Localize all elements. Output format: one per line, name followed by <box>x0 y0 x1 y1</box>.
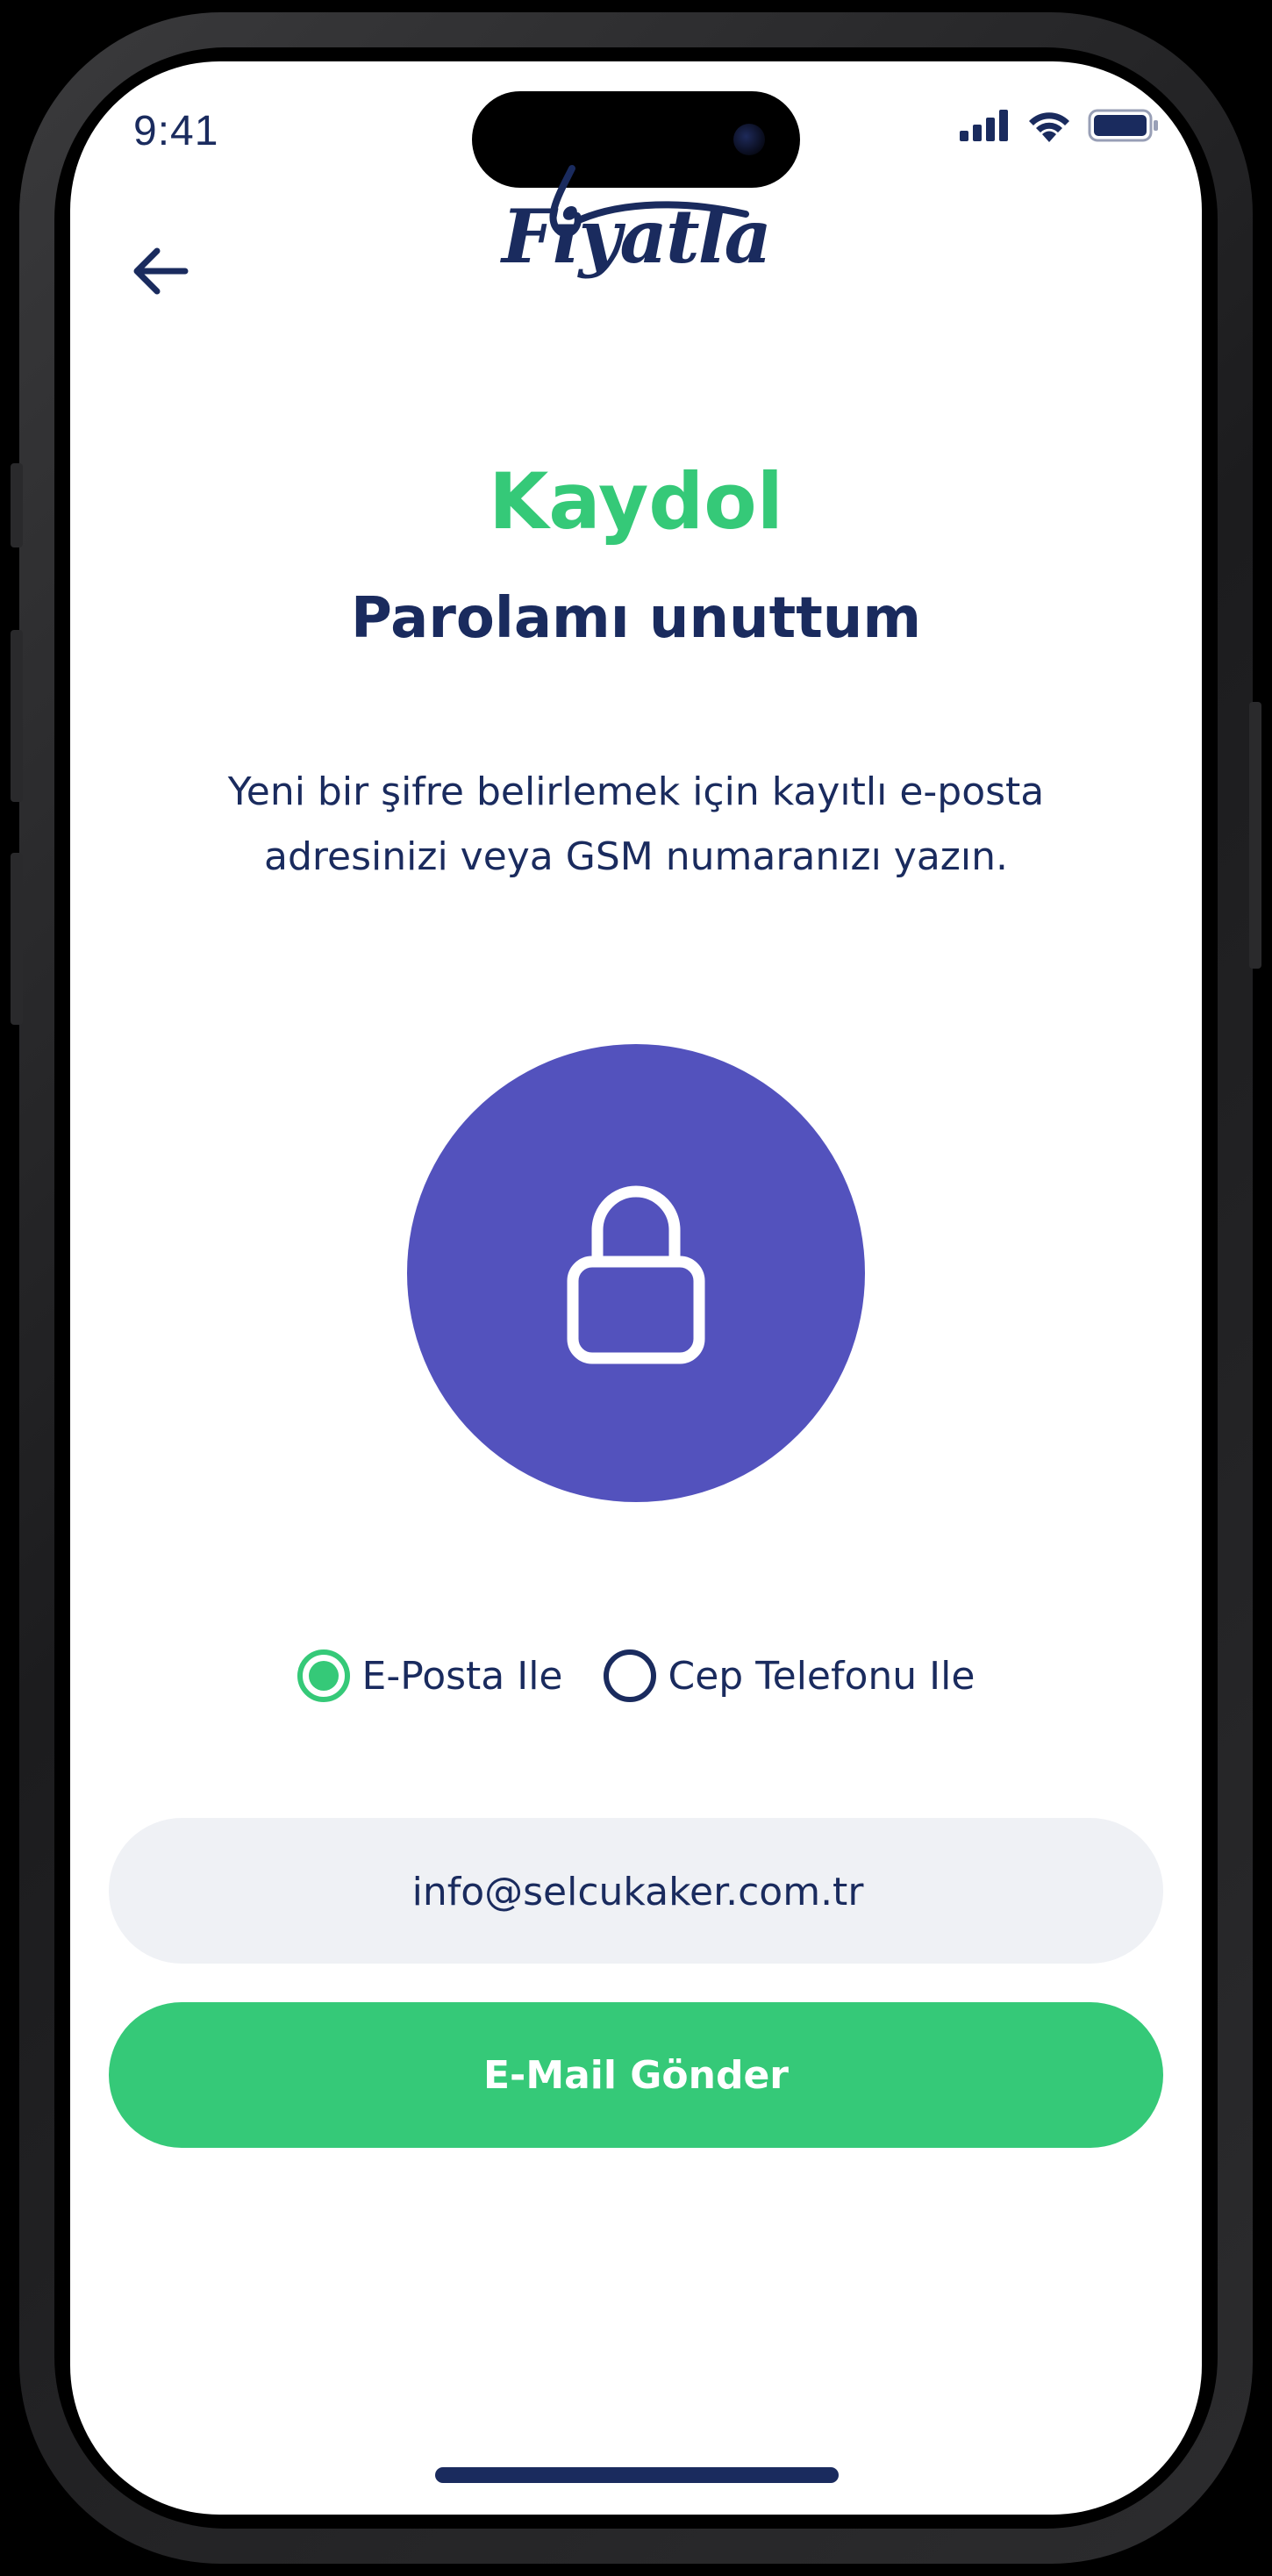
email-field[interactable] <box>109 1818 1167 1965</box>
email-field-container <box>109 1818 1167 1965</box>
action-button <box>11 463 23 547</box>
contact-method-radio-group: E-Posta Ile Cep Telefonu Ile <box>70 1649 1202 1702</box>
logo-swash-icon <box>549 165 749 238</box>
volume-up-button <box>11 630 23 802</box>
radio-email[interactable]: E-Posta Ile <box>297 1649 563 1702</box>
status-icons <box>960 109 1160 142</box>
send-email-button[interactable]: E-Mail Gönder <box>109 2002 1163 2148</box>
instruction-text: Yeni bir şifre belirlemek için kayıtlı e… <box>227 769 1045 879</box>
page-subtitle: Parolamı unuttum <box>350 586 922 651</box>
camera-icon <box>733 124 765 155</box>
cellular-signal-icon <box>960 110 1008 141</box>
lock-icon <box>567 1185 705 1364</box>
radio-phone[interactable]: Cep Telefonu Ile <box>603 1649 975 1702</box>
radio-email-label: E-Posta Ile <box>361 1653 563 1699</box>
radio-checked-icon <box>297 1649 350 1702</box>
status-time: 9:41 <box>133 108 219 154</box>
radio-phone-label: Cep Telefonu Ile <box>668 1653 975 1699</box>
volume-down-button <box>11 853 23 1025</box>
radio-unchecked-icon <box>603 1649 656 1702</box>
battery-icon <box>1088 109 1158 142</box>
phone-screen: 9:41 Fiyatla Kaydol Parolamı unuttum Yen… <box>70 61 1202 2515</box>
home-indicator[interactable] <box>435 2467 839 2483</box>
lock-illustration <box>407 1044 865 1502</box>
wifi-icon <box>1029 112 1069 142</box>
power-button <box>1249 702 1261 969</box>
page-title: Kaydol <box>489 456 783 547</box>
